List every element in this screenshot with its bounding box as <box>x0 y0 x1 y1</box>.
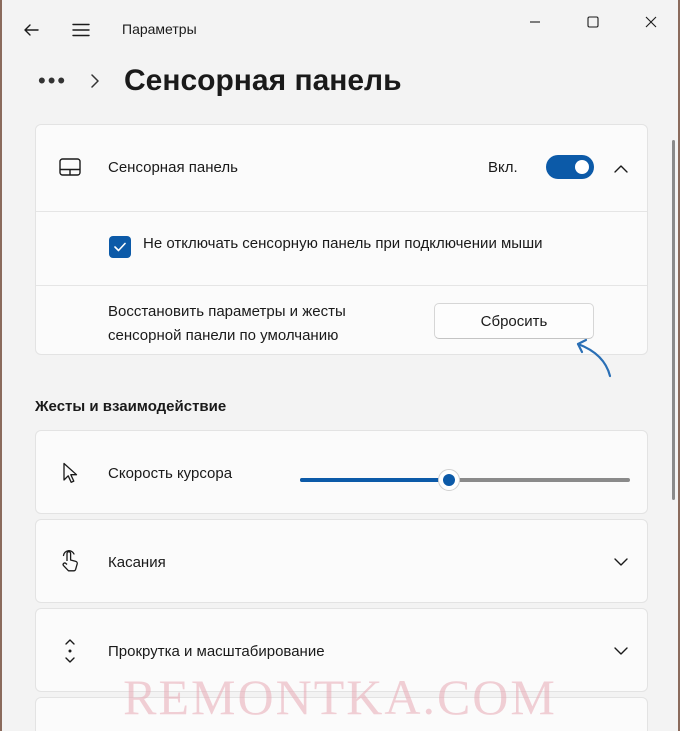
cursor-speed-slider[interactable] <box>300 469 630 491</box>
touchpad-toggle[interactable] <box>546 155 594 179</box>
minimize-icon[interactable] <box>512 8 558 36</box>
cursor-speed-label: Скорость курсора <box>108 465 233 482</box>
scroll-zoom-label: Прокрутка и масштабирование <box>108 643 325 660</box>
section-title: Жесты и взаимодействие <box>35 398 227 415</box>
chevron-down-icon[interactable] <box>610 640 632 662</box>
breadcrumb-overflow-button[interactable]: ••• <box>38 68 90 94</box>
touchpad-icon <box>58 155 82 179</box>
touchpad-header-row[interactable]: Сенсорная панель Вкл. <box>36 125 647 211</box>
scroll-icon <box>58 637 82 665</box>
touchpad-label: Сенсорная панель <box>108 159 238 176</box>
chevron-down-icon[interactable] <box>610 551 632 573</box>
scrollbar[interactable] <box>672 140 675 500</box>
tap-gesture-icon <box>58 549 82 573</box>
chevron-right-icon <box>90 74 124 88</box>
touchpad-card: Сенсорная панель Вкл. Не отключать сенсо… <box>35 124 648 355</box>
taps-card[interactable]: Касания <box>35 519 648 603</box>
reset-row: Восстановить параметры и жесты сенсорной… <box>36 286 647 356</box>
title-bar: Параметры <box>2 0 678 60</box>
maximize-icon[interactable] <box>570 8 616 36</box>
keep-on-checkbox[interactable] <box>109 236 131 258</box>
reset-description: Восстановить параметры и жесты сенсорной… <box>108 303 346 344</box>
cursor-speed-card: Скорость курсора <box>35 430 648 514</box>
cursor-icon <box>58 461 82 485</box>
annotation-arrow-icon <box>576 338 612 378</box>
slider-thumb[interactable] <box>437 469 460 491</box>
page-title: Сенсорная панель <box>124 64 402 97</box>
app-title: Параметры <box>122 21 197 37</box>
watermark: REMONTKA.COM <box>123 669 557 725</box>
keep-on-row: Не отключать сенсорную панель при подклю… <box>36 212 647 285</box>
keep-on-label: Не отключать сенсорную панель при подклю… <box>143 235 543 252</box>
breadcrumb: ••• Сенсорная панель <box>38 58 402 104</box>
back-icon[interactable] <box>16 16 46 44</box>
settings-window: Параметры ••• Сенсорная панель Сенсорная… <box>2 0 678 731</box>
menu-icon[interactable] <box>66 16 96 44</box>
taps-label: Касания <box>108 554 166 571</box>
chevron-up-icon[interactable] <box>610 157 632 179</box>
toggle-state-label: Вкл. <box>488 159 518 176</box>
close-icon[interactable] <box>628 8 674 36</box>
